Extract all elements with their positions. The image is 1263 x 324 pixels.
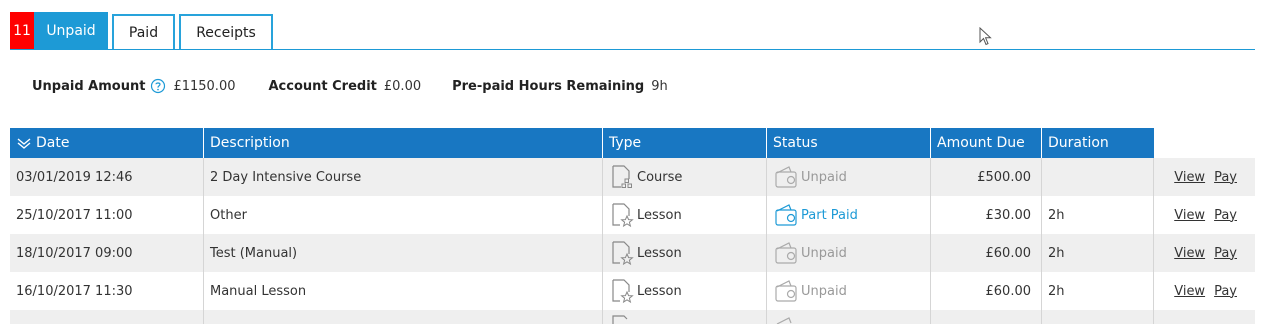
prepaid-hours-value: 9h bbox=[651, 78, 668, 94]
prepaid-hours-label: Pre-paid Hours Remaining bbox=[452, 78, 645, 94]
table-row: 25/10/2017 11:00 Other Lesson Part Paid … bbox=[10, 196, 1255, 234]
row-actions: View Pay bbox=[1154, 158, 1255, 196]
pay-link[interactable]: Pay bbox=[1214, 208, 1237, 223]
row-status-label: Part Paid bbox=[801, 207, 858, 223]
tab-divider bbox=[10, 49, 1255, 50]
row-description: Other bbox=[204, 196, 603, 234]
row-date: 03/01/2019 12:46 bbox=[10, 158, 204, 196]
table-row: 03/01/2019 12:46 2 Day Intensive Course … bbox=[10, 158, 1255, 196]
header-status[interactable]: Status bbox=[767, 128, 931, 158]
tab-receipts[interactable]: Receipts bbox=[179, 14, 273, 50]
row-type: Lesson bbox=[603, 272, 767, 310]
row-actions: View Pay bbox=[1154, 196, 1255, 234]
row-actions bbox=[1154, 310, 1255, 324]
row-description: 2 Day Intensive Course bbox=[204, 158, 603, 196]
header-duration[interactable]: Duration bbox=[1042, 128, 1154, 158]
tab-paid[interactable]: Paid bbox=[112, 14, 175, 50]
help-icon[interactable] bbox=[150, 78, 166, 94]
lesson-doc-star-icon bbox=[612, 315, 628, 324]
chevron-down-icon bbox=[17, 138, 31, 149]
unpaid-count-badge: 11 bbox=[10, 12, 34, 50]
account-credit-value: £0.00 bbox=[383, 78, 422, 94]
view-link[interactable]: View bbox=[1174, 246, 1205, 261]
payments-table: Date Description Type Status Amount Due … bbox=[10, 128, 1255, 324]
wallet-icon bbox=[775, 280, 797, 302]
row-type bbox=[603, 310, 767, 324]
mouse-cursor-icon bbox=[979, 27, 992, 46]
table-row-partial bbox=[10, 310, 1255, 324]
row-type: Lesson bbox=[603, 196, 767, 234]
row-status: Unpaid bbox=[767, 234, 931, 272]
lesson-doc-star-icon bbox=[612, 203, 634, 228]
wallet-icon bbox=[775, 166, 797, 188]
wallet-icon bbox=[775, 242, 797, 264]
table-header: Date Description Type Status Amount Due … bbox=[10, 128, 1255, 158]
row-description: Manual Lesson bbox=[204, 272, 603, 310]
lesson-doc-star-icon bbox=[612, 241, 634, 266]
row-amount-due bbox=[931, 310, 1042, 324]
tab-unpaid-label[interactable]: Unpaid bbox=[34, 12, 108, 50]
row-amount-due: £30.00 bbox=[931, 196, 1042, 234]
pay-link[interactable]: Pay bbox=[1214, 170, 1237, 185]
table-row: 18/10/2017 09:00 Test (Manual) Lesson Un… bbox=[10, 234, 1255, 272]
account-credit-label: Account Credit bbox=[268, 78, 377, 94]
row-type-label: Lesson bbox=[637, 245, 682, 261]
row-duration bbox=[1042, 310, 1154, 324]
header-description[interactable]: Description bbox=[204, 128, 603, 158]
header-date-label: Date bbox=[36, 135, 70, 151]
tab-bar: 11 Unpaid Paid Receipts bbox=[10, 12, 273, 50]
row-status: Part Paid bbox=[767, 196, 931, 234]
row-status-label: Unpaid bbox=[801, 283, 847, 299]
row-amount-due: £500.00 bbox=[931, 158, 1042, 196]
pay-link[interactable]: Pay bbox=[1214, 284, 1237, 299]
row-date bbox=[10, 310, 204, 324]
row-duration: 2h bbox=[1042, 196, 1154, 234]
row-status-label: Unpaid bbox=[801, 169, 847, 185]
row-type-label: Lesson bbox=[637, 207, 682, 223]
row-description bbox=[204, 310, 603, 324]
table-row: 16/10/2017 11:30 Manual Lesson Lesson Un… bbox=[10, 272, 1255, 310]
row-duration: 2h bbox=[1042, 234, 1154, 272]
row-actions: View Pay bbox=[1154, 272, 1255, 310]
tab-unpaid[interactable]: 11 Unpaid bbox=[10, 12, 108, 50]
header-type[interactable]: Type bbox=[603, 128, 767, 158]
view-link[interactable]: View bbox=[1174, 208, 1205, 223]
row-type: Course bbox=[603, 158, 767, 196]
header-amount-due[interactable]: Amount Due bbox=[931, 128, 1042, 158]
view-link[interactable]: View bbox=[1174, 284, 1205, 299]
row-duration: 2h bbox=[1042, 272, 1154, 310]
wallet-icon bbox=[775, 204, 797, 226]
row-type: Lesson bbox=[603, 234, 767, 272]
row-date: 18/10/2017 09:00 bbox=[10, 234, 204, 272]
row-actions: View Pay bbox=[1154, 234, 1255, 272]
unpaid-amount-label: Unpaid Amount bbox=[32, 78, 146, 94]
pay-link[interactable]: Pay bbox=[1214, 246, 1237, 261]
row-status: Unpaid bbox=[767, 158, 931, 196]
course-doc-icon bbox=[612, 165, 632, 188]
lesson-doc-star-icon bbox=[612, 279, 634, 304]
row-status bbox=[767, 310, 931, 324]
row-date: 16/10/2017 11:30 bbox=[10, 272, 204, 310]
account-summary: Unpaid Amount £1150.00 Account Credit £0… bbox=[32, 77, 668, 95]
row-status: Unpaid bbox=[767, 272, 931, 310]
header-date[interactable]: Date bbox=[10, 128, 204, 158]
unpaid-amount-value: £1150.00 bbox=[173, 78, 236, 94]
row-duration bbox=[1042, 158, 1154, 196]
view-link[interactable]: View bbox=[1174, 170, 1205, 185]
row-type-label: Lesson bbox=[637, 283, 682, 299]
wallet-icon bbox=[776, 317, 792, 324]
row-status-label: Unpaid bbox=[801, 245, 847, 261]
row-description: Test (Manual) bbox=[204, 234, 603, 272]
row-amount-due: £60.00 bbox=[931, 272, 1042, 310]
row-amount-due: £60.00 bbox=[931, 234, 1042, 272]
row-type-label: Course bbox=[637, 169, 683, 185]
row-date: 25/10/2017 11:00 bbox=[10, 196, 204, 234]
